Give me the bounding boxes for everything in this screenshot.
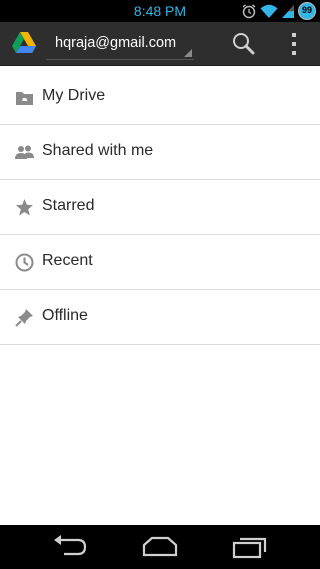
nav-item-shared-with-me[interactable]: Shared with me: [0, 125, 320, 180]
account-email: hqraja@gmail.com: [55, 35, 177, 51]
nav-item-label: Starred: [42, 197, 95, 214]
signal-icon: [282, 5, 294, 18]
clock-icon: [15, 253, 34, 272]
status-icons: 99: [241, 2, 316, 20]
nav-item-offline[interactable]: Offline: [0, 290, 320, 345]
nav-item-label: Recent: [42, 252, 93, 269]
google-drive-logo-icon[interactable]: [11, 31, 37, 55]
nav-item-my-drive[interactable]: My Drive: [0, 70, 320, 125]
battery-level: 99: [301, 5, 312, 15]
nav-item-starred[interactable]: Starred: [0, 180, 320, 235]
wifi-icon: [260, 4, 278, 18]
dropdown-arrow-icon: [184, 49, 192, 57]
battery-icon: 99: [298, 2, 316, 20]
search-icon[interactable]: [230, 30, 258, 58]
pin-icon: [15, 309, 33, 327]
system-nav-bar: [0, 525, 320, 569]
home-icon[interactable]: [140, 534, 180, 560]
star-icon: [16, 199, 33, 216]
alarm-icon: [242, 4, 256, 19]
folder-icon: [16, 92, 33, 105]
back-icon[interactable]: [50, 534, 90, 560]
account-spinner[interactable]: hqraja@gmail.com: [46, 29, 194, 60]
drive-nav-list: My Drive Shared with me Starred Recent O…: [0, 70, 320, 345]
overflow-menu-icon[interactable]: [280, 30, 308, 58]
people-icon: [15, 145, 34, 159]
action-bar: hqraja@gmail.com: [0, 22, 320, 66]
status-bar: 8:48 PM 99: [0, 0, 320, 22]
nav-item-label: My Drive: [42, 87, 106, 104]
nav-item-label: Shared with me: [42, 142, 154, 159]
nav-item-label: Offline: [42, 307, 88, 324]
nav-item-recent[interactable]: Recent: [0, 235, 320, 290]
recent-apps-icon[interactable]: [230, 534, 270, 560]
